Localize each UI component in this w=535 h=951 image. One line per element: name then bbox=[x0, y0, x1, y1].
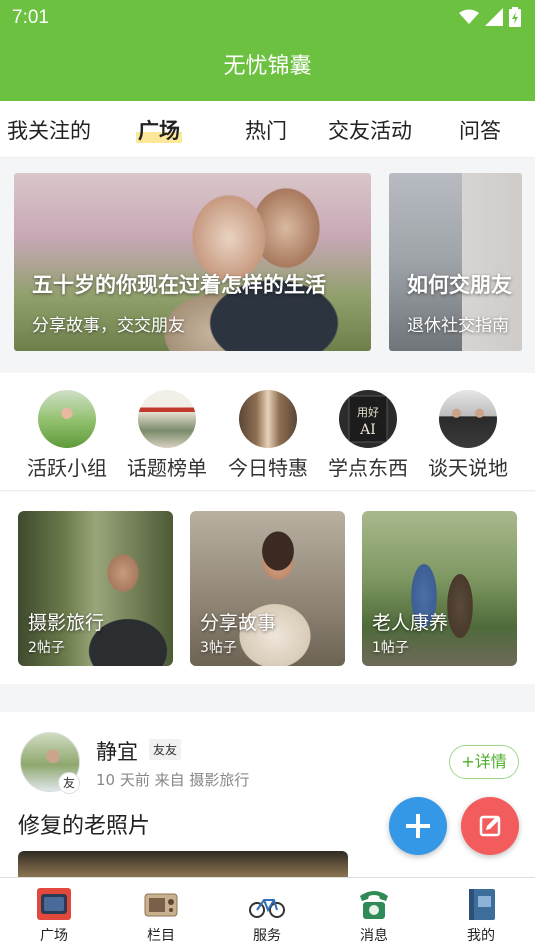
quick-link-learn[interactable]: 用好 AI 学点东西 bbox=[318, 390, 418, 481]
status-bar: 7:01 bbox=[0, 0, 535, 36]
tab-square[interactable]: 广场 bbox=[136, 115, 182, 145]
tab-activities[interactable]: 交友活动 bbox=[328, 115, 412, 145]
battery-icon bbox=[509, 7, 521, 27]
tab-following[interactable]: 我关注的 bbox=[7, 115, 91, 145]
topic-name: 分享故事 bbox=[200, 612, 277, 634]
quick-link-today-deals[interactable]: 今日特惠 bbox=[218, 390, 318, 481]
bottom-nav: 广场 栏目 服务 消息 我的 bbox=[0, 877, 535, 951]
banner-carousel: 五十岁的你现在过着怎样的生活 分享故事，交交朋友 如何交朋友 退休社交指南 bbox=[0, 159, 535, 373]
detail-button[interactable]: +详情 bbox=[449, 745, 519, 779]
topic-card[interactable]: 摄影旅行 2帖子 bbox=[18, 511, 173, 666]
group-photo-icon bbox=[38, 390, 96, 448]
edit-button[interactable] bbox=[461, 797, 519, 855]
tab-qa[interactable]: 问答 bbox=[459, 115, 501, 145]
topic-name: 摄影旅行 bbox=[28, 612, 105, 634]
status-time: 7:01 bbox=[12, 7, 49, 28]
topic-count: 1帖子 bbox=[372, 640, 409, 656]
nav-messages[interactable]: 消息 bbox=[334, 886, 414, 945]
telephone-icon bbox=[355, 886, 393, 922]
book-icon bbox=[462, 886, 500, 922]
nav-label: 我的 bbox=[467, 928, 495, 944]
quick-link-active-groups[interactable]: 活跃小组 bbox=[17, 390, 117, 481]
banner-card[interactable]: 如何交朋友 退休社交指南 bbox=[389, 173, 522, 351]
newspaper-icon bbox=[138, 390, 196, 448]
app-title: 无忧锦囊 bbox=[223, 54, 312, 79]
post-title: 修复的老照片 bbox=[18, 814, 151, 839]
banner-title: 五十岁的你现在过着怎样的生活 bbox=[32, 273, 326, 297]
topic-card[interactable]: 老人康养 1帖子 bbox=[362, 511, 517, 666]
nav-label: 栏目 bbox=[147, 928, 175, 944]
topic-name: 老人康养 bbox=[372, 612, 449, 634]
quick-link-label: 活跃小组 bbox=[27, 456, 107, 480]
chat-people-icon bbox=[439, 390, 497, 448]
quick-link-label: 话题榜单 bbox=[127, 456, 207, 480]
tab-hot[interactable]: 热门 bbox=[245, 115, 287, 145]
quick-link-label: 今日特惠 bbox=[228, 456, 308, 480]
quick-link-topic-list[interactable]: 话题榜单 bbox=[117, 390, 217, 481]
feed-post[interactable]: 友 静宜 友友 10 天前 来自 摄影旅行 +详情 修复的老照片 bbox=[0, 712, 535, 877]
status-icons bbox=[459, 7, 521, 27]
nav-service[interactable]: 服务 bbox=[227, 886, 307, 945]
category-tabs: 我关注的 广场 热门 交友活动 问答 bbox=[0, 101, 535, 158]
app-bar: 无忧锦囊 bbox=[0, 36, 535, 101]
wifi-icon bbox=[459, 9, 479, 24]
topic-count: 2帖子 bbox=[28, 640, 65, 656]
banner-card[interactable]: 五十岁的你现在过着怎样的生活 分享故事，交交朋友 bbox=[14, 173, 371, 351]
edit-icon bbox=[479, 815, 501, 837]
tv-icon bbox=[35, 886, 73, 922]
tab-square-label: 广场 bbox=[136, 119, 182, 143]
nav-columns[interactable]: 栏目 bbox=[121, 886, 201, 945]
nav-label: 服务 bbox=[253, 928, 281, 944]
quick-link-label: 谈天说地 bbox=[428, 456, 508, 480]
post-username[interactable]: 静宜 bbox=[96, 736, 138, 766]
quick-links: 活跃小组 话题榜单 今日特惠 用好 AI 学点东西 谈天说地 bbox=[0, 373, 535, 491]
radio-icon bbox=[142, 886, 180, 922]
quick-link-label: 学点东西 bbox=[328, 456, 408, 480]
svg-text:AI: AI bbox=[359, 422, 376, 438]
topic-card[interactable]: 分享故事 3帖子 bbox=[190, 511, 345, 666]
shop-icon bbox=[239, 390, 297, 448]
post-meta: 10 天前 来自 摄影旅行 bbox=[96, 771, 250, 789]
nav-mine[interactable]: 我的 bbox=[441, 886, 521, 945]
banner-title: 如何交朋友 bbox=[407, 273, 512, 297]
topic-cards: 摄影旅行 2帖子 分享故事 3帖子 老人康养 1帖子 bbox=[0, 492, 535, 684]
nav-label: 消息 bbox=[360, 928, 388, 944]
add-post-button[interactable] bbox=[389, 797, 447, 855]
topic-count: 3帖子 bbox=[200, 640, 237, 656]
svg-text:用好: 用好 bbox=[357, 405, 379, 419]
bicycle-icon bbox=[248, 886, 286, 922]
banner-subtitle: 分享故事，交交朋友 bbox=[32, 316, 185, 336]
banner-subtitle: 退休社交指南 bbox=[407, 316, 509, 336]
nav-square[interactable]: 广场 bbox=[14, 886, 94, 945]
post-image[interactable] bbox=[18, 851, 348, 877]
user-badge: 友友 bbox=[149, 739, 182, 760]
avatar-badge: 友 bbox=[58, 772, 80, 794]
signal-icon bbox=[485, 8, 503, 26]
plus-icon bbox=[406, 814, 430, 838]
quick-link-chat[interactable]: 谈天说地 bbox=[418, 390, 518, 481]
nav-label: 广场 bbox=[40, 928, 68, 944]
book-ai-icon: 用好 AI bbox=[339, 390, 397, 448]
